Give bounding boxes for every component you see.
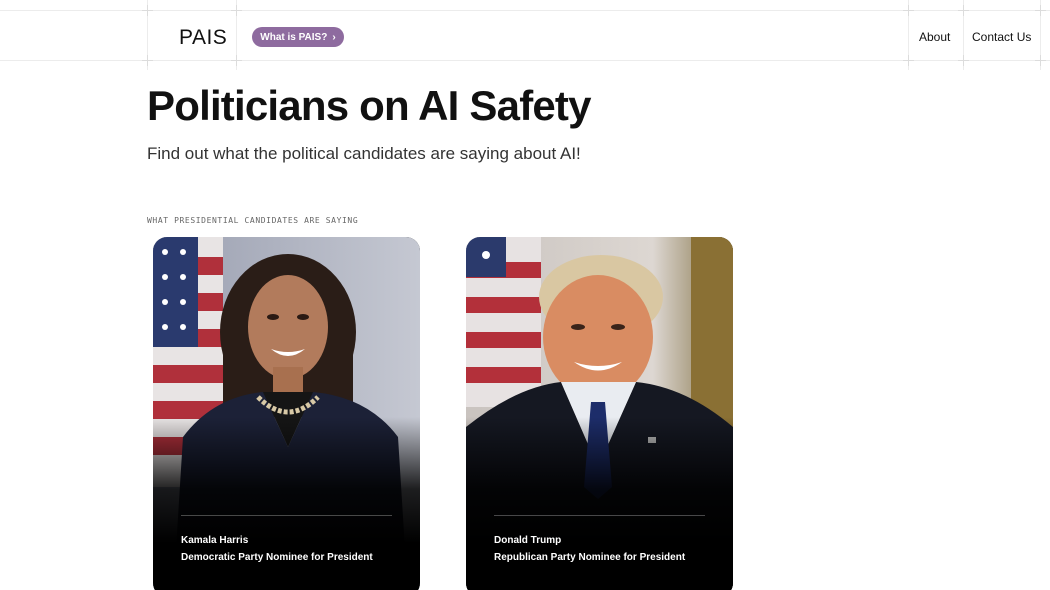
- candidate-card-trump[interactable]: Donald Trump Republican Party Nominee fo…: [466, 237, 733, 590]
- plus-marker-icon: [903, 5, 914, 16]
- plus-marker-icon: [142, 5, 153, 16]
- nav-link-about[interactable]: About: [919, 30, 950, 44]
- plus-marker-icon: [231, 55, 242, 66]
- section-label: WHAT PRESIDENTIAL CANDIDATES ARE SAYING: [147, 216, 359, 225]
- what-is-pais-label: What is PAIS?: [260, 31, 328, 43]
- card-gradient-overlay: [153, 417, 420, 590]
- site-header: PAIS What is PAIS? › About Contact Us: [0, 0, 1050, 70]
- card-divider: [181, 515, 392, 516]
- plus-marker-icon: [142, 55, 153, 66]
- nav-link-contact-us[interactable]: Contact Us: [972, 30, 1031, 44]
- candidate-name: Donald Trump: [494, 535, 562, 546]
- page-subtitle: Find out what the political candidates a…: [147, 144, 581, 163]
- grid-line: [0, 10, 1050, 11]
- candidate-name: Kamala Harris: [181, 535, 249, 546]
- plus-marker-icon: [231, 5, 242, 16]
- grid-line: [0, 60, 1050, 61]
- chevron-right-icon: ›: [332, 31, 336, 43]
- plus-marker-icon: [1035, 55, 1046, 66]
- plus-marker-icon: [958, 55, 969, 66]
- what-is-pais-button[interactable]: What is PAIS? ›: [252, 27, 344, 47]
- candidate-role: Democratic Party Nominee for President: [181, 552, 373, 563]
- plus-marker-icon: [903, 55, 914, 66]
- card-divider: [494, 515, 705, 516]
- plus-marker-icon: [958, 5, 969, 16]
- page-title: Politicians on AI Safety: [147, 82, 591, 129]
- site-logo[interactable]: PAIS: [179, 26, 227, 50]
- candidate-role: Republican Party Nominee for President: [494, 552, 686, 563]
- candidate-card-harris[interactable]: Kamala Harris Democratic Party Nominee f…: [153, 237, 420, 590]
- plus-marker-icon: [1035, 5, 1046, 16]
- card-gradient-overlay: [466, 417, 733, 590]
